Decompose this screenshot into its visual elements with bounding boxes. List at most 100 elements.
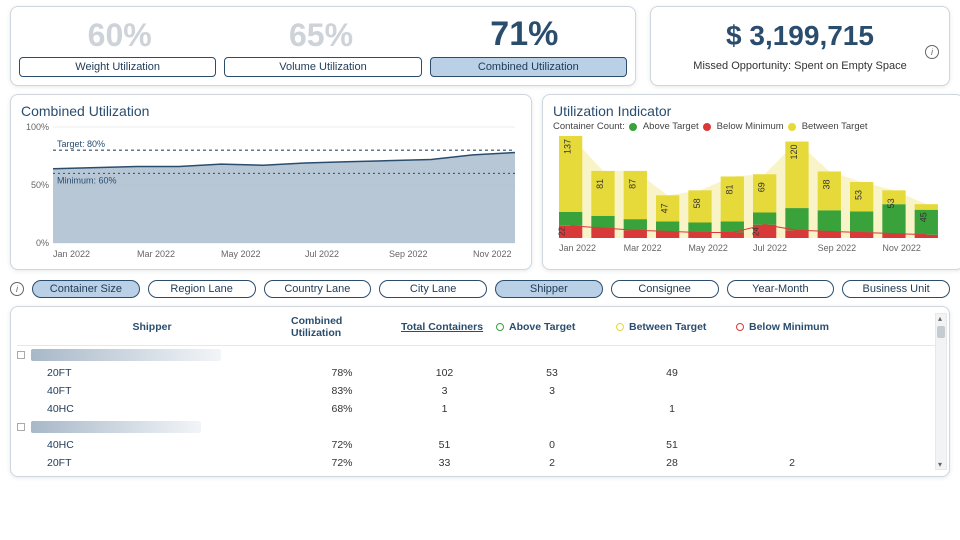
info-icon[interactable]: i <box>10 282 24 296</box>
svg-text:87: 87 <box>627 179 637 189</box>
chart-title: Utilization Indicator <box>553 103 953 119</box>
svg-text:100%: 100% <box>26 122 49 132</box>
cell-tc: 1 <box>397 403 492 415</box>
kpi-card: 60% 65% 71% Weight Utilization Volume Ut… <box>10 6 636 86</box>
cell-shipper: 40HC <box>17 403 287 415</box>
cell-at: 0 <box>492 439 612 451</box>
svg-text:May 2022: May 2022 <box>688 243 728 253</box>
table-row[interactable]: 40HC72%51051 <box>17 436 943 454</box>
filter-shipper[interactable]: Shipper <box>495 280 603 298</box>
cell-at: 3 <box>492 385 612 397</box>
scroll-down-icon[interactable]: ▾ <box>938 460 942 469</box>
tab-combined-utilization[interactable]: Combined Utilization <box>430 57 627 77</box>
kpi-combined-value: 71% <box>490 17 558 51</box>
table-row[interactable]: 20FT78%1025349 <box>17 364 943 382</box>
cell-tc: 51 <box>397 439 492 451</box>
cell-cu: 83% <box>287 385 397 397</box>
svg-text:May 2022: May 2022 <box>221 249 261 259</box>
th-between-target[interactable]: Between Target <box>612 321 732 333</box>
svg-text:120: 120 <box>789 145 799 160</box>
svg-text:137: 137 <box>563 139 573 154</box>
svg-text:53: 53 <box>854 190 864 200</box>
svg-text:Nov 2022: Nov 2022 <box>882 243 921 253</box>
cell-tc: 102 <box>397 367 492 379</box>
cell-bt: 1 <box>612 403 732 415</box>
svg-text:81: 81 <box>595 179 605 189</box>
svg-text:38: 38 <box>821 179 831 189</box>
cell-cu: 68% <box>287 403 397 415</box>
svg-text:Target: 80%: Target: 80% <box>57 139 105 149</box>
table-row[interactable]: 20FT72%332282 <box>17 454 943 472</box>
filter-consignee[interactable]: Consignee <box>611 280 719 298</box>
cell-tc: 3 <box>397 385 492 397</box>
dot-icon <box>736 323 744 331</box>
filter-business-unit[interactable]: Business Unit <box>842 280 950 298</box>
th-above-target[interactable]: Above Target <box>492 321 612 333</box>
missed-label: Missed Opportunity: Spent on Empty Space <box>693 60 906 72</box>
legend-between: Between Target <box>802 121 868 132</box>
cell-cu: 72% <box>287 457 397 469</box>
expand-toggle[interactable] <box>17 351 25 359</box>
group-bar <box>31 421 201 433</box>
kpi-weight-value: 60% <box>88 19 152 51</box>
cell-bt: 51 <box>612 439 732 451</box>
svg-text:45: 45 <box>918 212 928 222</box>
filter-year-month[interactable]: Year-Month <box>727 280 835 298</box>
cell-bt: 49 <box>612 367 732 379</box>
table-row[interactable]: 40HC68%11 <box>17 400 943 418</box>
filter-container-size[interactable]: Container Size <box>32 280 140 298</box>
svg-text:Sep 2022: Sep 2022 <box>818 243 857 253</box>
filter-bar: i Container Size Region Lane Country Lane C… <box>10 280 950 298</box>
svg-text:50%: 50% <box>31 180 49 190</box>
svg-text:Jan 2022: Jan 2022 <box>559 243 596 253</box>
expand-toggle[interactable] <box>17 423 25 431</box>
line-chart-svg: 0%50%100%Target: 80%Minimum: 60%Jan 2022… <box>21 121 521 261</box>
scroll-thumb[interactable] <box>937 326 945 338</box>
legend-dot-above-icon <box>629 123 637 131</box>
missed-amount: $ 3,199,715 <box>726 20 874 52</box>
cell-shipper: 40HC <box>17 439 287 451</box>
svg-text:Nov 2022: Nov 2022 <box>473 249 512 259</box>
svg-text:Jan 2022: Jan 2022 <box>53 249 90 259</box>
chart-legend: Container Count: Above Target Below Mini… <box>553 121 953 132</box>
scrollbar[interactable]: ▴ ▾ <box>935 313 947 470</box>
legend-below: Below Minimum <box>717 121 784 132</box>
svg-text:69: 69 <box>757 182 767 192</box>
svg-text:58: 58 <box>692 198 702 208</box>
detail-table: Shipper Combined Utilization Total Conta… <box>10 306 950 477</box>
tab-weight-utilization[interactable]: Weight Utilization <box>19 57 216 77</box>
svg-text:Mar 2022: Mar 2022 <box>137 249 175 259</box>
scroll-up-icon[interactable]: ▴ <box>938 314 942 323</box>
group-bar <box>31 349 221 361</box>
cell-cu: 72% <box>287 439 397 451</box>
cell-shipper: 20FT <box>17 457 287 469</box>
cell-shipper: 40FT <box>17 385 287 397</box>
cell-cu: 78% <box>287 367 397 379</box>
table-row[interactable]: 40FT83%33 <box>17 382 943 400</box>
svg-text:0%: 0% <box>36 238 49 248</box>
svg-text:Jul 2022: Jul 2022 <box>753 243 787 253</box>
th-combined-utilization[interactable]: Combined Utilization <box>287 315 397 339</box>
cell-at: 53 <box>492 367 612 379</box>
th-below-minimum[interactable]: Below Minimum <box>732 321 852 333</box>
missed-opportunity-card: $ 3,199,715 i Missed Opportunity: Spent … <box>650 6 950 86</box>
filter-country-lane[interactable]: Country Lane <box>264 280 372 298</box>
info-icon[interactable]: i <box>925 45 939 59</box>
svg-text:Jul 2022: Jul 2022 <box>305 249 339 259</box>
kpi-volume-value: 65% <box>289 19 353 51</box>
svg-text:81: 81 <box>724 184 734 194</box>
utilization-indicator-chart: Utilization Indicator Container Count: A… <box>542 94 960 270</box>
cell-at: 2 <box>492 457 612 469</box>
filter-city-lane[interactable]: City Lane <box>379 280 487 298</box>
th-total-containers[interactable]: Total Containers <box>397 321 492 333</box>
tab-volume-utilization[interactable]: Volume Utilization <box>224 57 421 77</box>
cell-tc: 33 <box>397 457 492 469</box>
cell-bt: 28 <box>612 457 732 469</box>
dot-icon <box>616 323 624 331</box>
combined-utilization-chart: Combined Utilization 0% 50% 100% Target: 80… <box>10 94 532 270</box>
chart-title: Combined Utilization <box>21 103 521 119</box>
stacked-chart-svg: 137818747588169120385353452224Jan 2022Ma… <box>553 132 953 254</box>
svg-text:Mar 2022: Mar 2022 <box>624 243 662 253</box>
th-shipper[interactable]: Shipper <box>17 321 287 333</box>
filter-region-lane[interactable]: Region Lane <box>148 280 256 298</box>
